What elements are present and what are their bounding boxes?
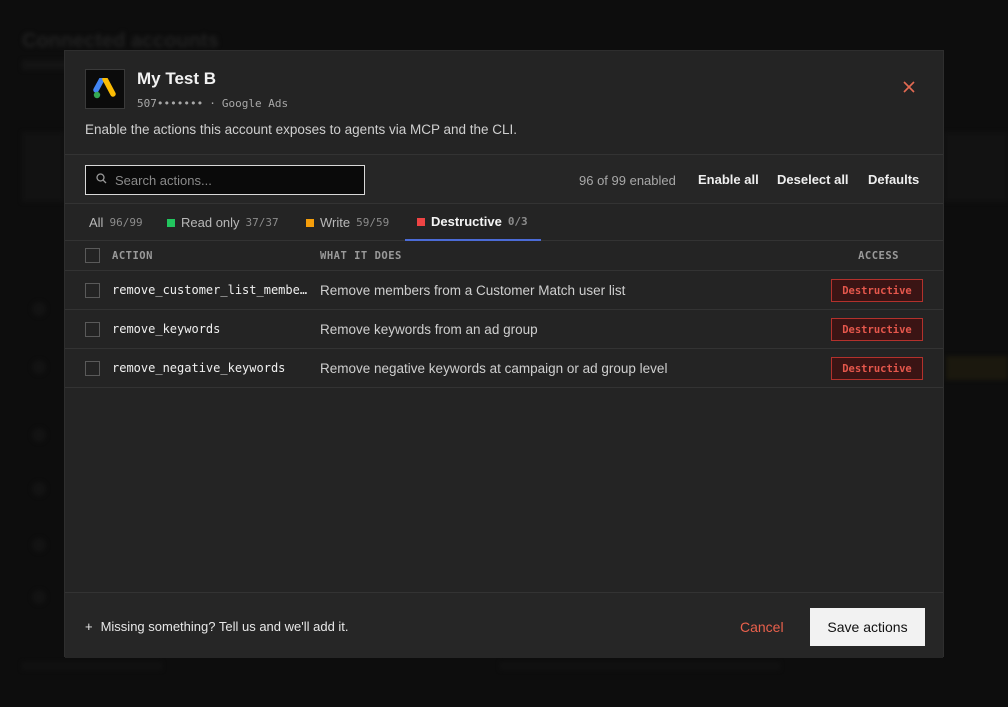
tab-read-only[interactable]: Read only 37/37: [167, 204, 279, 241]
account-name: My Test B: [137, 69, 217, 88]
tab-write[interactable]: Write 59/59: [306, 204, 389, 241]
action-description: Remove keywords from an ad group: [320, 322, 538, 337]
meta-separator: ·: [209, 97, 216, 110]
action-name: remove_customer_list_membe…: [112, 283, 308, 297]
access-badge: Destructive: [831, 279, 923, 302]
tab-count: 59/59: [356, 216, 390, 229]
request-action-label: Missing something? Tell us and we'll add…: [100, 619, 349, 634]
tab-label: Write: [320, 215, 351, 230]
row-checkbox[interactable]: [85, 283, 100, 298]
deselect-all-button[interactable]: Deselect all: [777, 172, 849, 187]
search-icon: [96, 171, 107, 189]
access-badge: Destructive: [831, 357, 923, 380]
filter-tabs: All 96/99 Read only 37/37 Write 59/59 De…: [65, 204, 943, 241]
request-action-link[interactable]: + Missing something? Tell us and we'll a…: [85, 619, 349, 634]
tab-count: 37/37: [245, 216, 279, 229]
column-header-action: ACTION: [112, 250, 153, 262]
row-checkbox[interactable]: [85, 361, 100, 376]
action-name: remove_negative_keywords: [112, 361, 286, 375]
actions-toolbar: 96 of 99 enabled Enable all Deselect all…: [65, 154, 943, 204]
defaults-button[interactable]: Defaults: [868, 172, 919, 187]
tab-count: 0/3: [507, 215, 528, 228]
account-meta: 507••••••• · Google Ads: [137, 97, 288, 110]
enable-all-button[interactable]: Enable all: [698, 172, 759, 187]
table-header: ACTION WHAT IT DOES ACCESS: [65, 241, 943, 271]
table-row[interactable]: remove_negative_keywords Remove negative…: [65, 349, 943, 388]
enabled-count: 96 of 99 enabled: [579, 173, 676, 188]
account-platform: Google Ads: [221, 97, 289, 110]
tab-destructive[interactable]: Destructive 0/3: [405, 204, 541, 241]
tab-all[interactable]: All 96/99: [89, 204, 143, 241]
cancel-button[interactable]: Cancel: [740, 619, 784, 635]
write-swatch: [306, 218, 314, 227]
actions-modal: My Test B 507••••••• · Google Ads Enable…: [64, 50, 944, 658]
account-id: 507•••••••: [137, 97, 204, 110]
modal-header: My Test B 507••••••• · Google Ads Enable…: [65, 51, 943, 155]
tab-count: 96/99: [109, 216, 143, 229]
tab-label: Destructive: [431, 214, 502, 229]
destructive-swatch: [417, 217, 425, 226]
select-all-checkbox[interactable]: [85, 248, 100, 263]
read-only-swatch: [167, 218, 175, 227]
plus-icon: +: [85, 619, 93, 634]
modal-description: Enable the actions this account exposes …: [85, 122, 518, 137]
row-checkbox[interactable]: [85, 322, 100, 337]
close-icon[interactable]: [901, 79, 917, 95]
tab-label: Read only: [181, 215, 240, 230]
search-input[interactable]: [115, 172, 355, 188]
action-description: Remove members from a Customer Match use…: [320, 283, 626, 298]
action-description: Remove negative keywords at campaign or …: [320, 361, 668, 376]
save-actions-button[interactable]: Save actions: [810, 608, 925, 646]
tab-label: All: [89, 215, 104, 230]
search-box: [85, 165, 365, 195]
modal-footer: + Missing something? Tell us and we'll a…: [65, 592, 943, 658]
google-ads-icon: [85, 69, 125, 109]
column-header-what: WHAT IT DOES: [320, 250, 402, 262]
access-badge: Destructive: [831, 318, 923, 341]
action-name: remove_keywords: [112, 322, 221, 336]
column-header-access: ACCESS: [858, 250, 899, 262]
table-row[interactable]: remove_customer_list_membe… Remove membe…: [65, 271, 943, 310]
table-row[interactable]: remove_keywords Remove keywords from an …: [65, 310, 943, 349]
